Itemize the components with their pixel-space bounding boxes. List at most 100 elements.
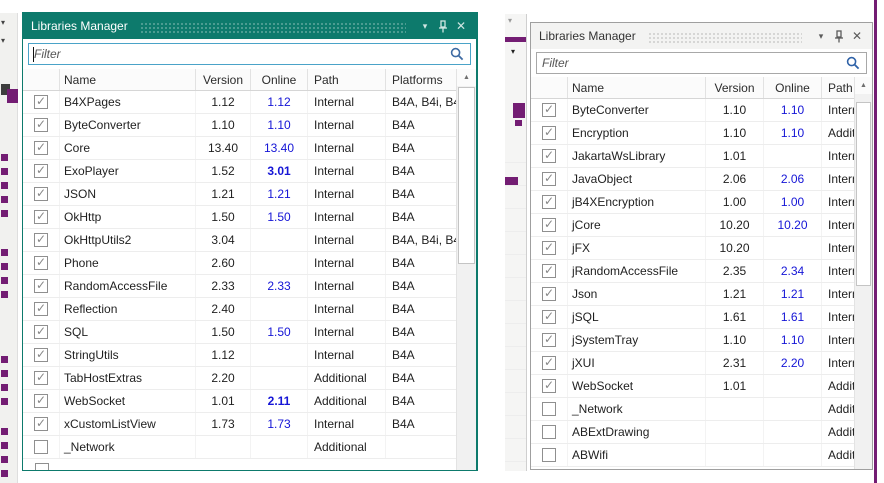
table-row[interactable]: ✓jXUI2.312.20Internal	[531, 352, 872, 375]
table-row[interactable]: ✓JavaObject2.062.06Internal	[531, 168, 872, 191]
column-header-checkbox[interactable]	[531, 77, 568, 98]
table-row-partial[interactable]	[23, 459, 476, 470]
table-row[interactable]: ✓OkHttpUtils23.04InternalB4A, B4i, B4J	[23, 229, 476, 252]
library-online-version[interactable]: 1.10	[764, 99, 822, 121]
table-row[interactable]: ✓Encryption1.101.10Additional	[531, 122, 872, 145]
column-header-online[interactable]: Online	[764, 77, 822, 98]
column-header-name[interactable]: Name	[60, 69, 196, 90]
scrollbar-thumb[interactable]	[856, 102, 871, 286]
table-row[interactable]: ✓WebSocket1.012.11AdditionalB4A	[23, 390, 476, 413]
window-menu-button[interactable]: ▾	[812, 27, 830, 45]
table-row[interactable]: ✓SQL1.501.50InternalB4A	[23, 321, 476, 344]
table-row[interactable]: ✓xCustomListView1.731.73InternalB4A	[23, 413, 476, 436]
row-checkbox-unchecked[interactable]	[34, 440, 48, 454]
library-online-version[interactable]	[764, 398, 822, 420]
table-row[interactable]: ✓TabHostExtras2.20AdditionalB4A	[23, 367, 476, 390]
panel-titlebar[interactable]: Libraries Manager ▾ ✕	[531, 23, 872, 49]
table-row[interactable]: ABExtDrawingAdditional	[531, 421, 872, 444]
library-online-version[interactable]: 2.20	[764, 352, 822, 374]
library-online-version[interactable]	[764, 237, 822, 259]
table-row[interactable]: ✓B4XPages1.121.12InternalB4A, B4i, B4J	[23, 91, 476, 114]
library-online-version[interactable]: 10.20	[764, 214, 822, 236]
table-row[interactable]: ✓RandomAccessFile2.332.33InternalB4A	[23, 275, 476, 298]
table-row[interactable]: ✓ByteConverter1.101.10InternalB4A	[23, 114, 476, 137]
scroll-up-button[interactable]: ▲	[457, 69, 476, 86]
library-online-version[interactable]: 1.61	[764, 306, 822, 328]
table-row[interactable]: ✓ByteConverter1.101.10Internal	[531, 99, 872, 122]
row-checkbox-checked[interactable]: ✓	[34, 417, 48, 431]
pin-button[interactable]	[830, 27, 848, 45]
column-header-platforms[interactable]: Platforms	[386, 69, 456, 90]
table-row[interactable]: ✓Reflection2.40InternalB4A	[23, 298, 476, 321]
column-header-version[interactable]: Version	[706, 77, 764, 98]
library-online-version[interactable]	[764, 421, 822, 443]
row-checkbox-checked[interactable]: ✓	[542, 379, 556, 393]
row-checkbox-checked[interactable]: ✓	[34, 187, 48, 201]
row-checkbox-checked[interactable]: ✓	[34, 141, 48, 155]
column-header-online[interactable]: Online	[251, 69, 308, 90]
table-row[interactable]: ✓OkHttp1.501.50InternalB4A	[23, 206, 476, 229]
row-checkbox-checked[interactable]: ✓	[34, 256, 48, 270]
library-online-version[interactable]	[764, 145, 822, 167]
library-online-version[interactable]: 1.50	[251, 206, 308, 228]
row-checkbox-checked[interactable]: ✓	[542, 241, 556, 255]
library-online-version[interactable]	[251, 229, 308, 251]
row-checkbox-checked[interactable]: ✓	[34, 348, 48, 362]
filter-box[interactable]	[536, 52, 867, 74]
filter-input[interactable]	[537, 54, 846, 72]
table-row[interactable]: ✓WebSocket1.01Additional	[531, 375, 872, 398]
library-online-version[interactable]: 2.33	[251, 275, 308, 297]
row-checkbox-checked[interactable]: ✓	[542, 333, 556, 347]
window-menu-button[interactable]: ▾	[416, 17, 434, 35]
table-row[interactable]: ✓StringUtils1.12InternalB4A	[23, 344, 476, 367]
row-checkbox-checked[interactable]: ✓	[34, 233, 48, 247]
table-row[interactable]: ✓JakartaWsLibrary1.01Internal	[531, 145, 872, 168]
row-checkbox-checked[interactable]: ✓	[34, 95, 48, 109]
table-row[interactable]: _NetworkAdditional	[23, 436, 476, 459]
library-online-version[interactable]: 3.01	[251, 160, 308, 182]
panel-titlebar[interactable]: Libraries Manager ▾ ✕	[23, 13, 476, 39]
column-header-checkbox[interactable]	[23, 69, 60, 90]
row-checkbox-checked[interactable]: ✓	[542, 287, 556, 301]
scroll-up-button[interactable]: ▲	[855, 77, 872, 94]
library-online-version[interactable]: 2.06	[764, 168, 822, 190]
table-row[interactable]: ✓jSQL1.611.61Internal	[531, 306, 872, 329]
library-online-version[interactable]: 1.10	[251, 114, 308, 136]
library-online-version[interactable]: 1.00	[764, 191, 822, 213]
library-online-version[interactable]: 1.21	[251, 183, 308, 205]
row-checkbox-checked[interactable]: ✓	[34, 279, 48, 293]
table-row[interactable]: ✓jCore10.2010.20Internal	[531, 214, 872, 237]
library-online-version[interactable]	[251, 252, 308, 274]
row-checkbox-checked[interactable]: ✓	[542, 172, 556, 186]
vertical-scrollbar[interactable]: ▲	[854, 77, 872, 469]
row-checkbox-checked[interactable]: ✓	[34, 210, 48, 224]
row-checkbox-unchecked[interactable]	[542, 402, 556, 416]
library-online-version[interactable]	[251, 298, 308, 320]
filter-input[interactable]	[29, 45, 450, 63]
table-row[interactable]: ✓ExoPlayer1.523.01InternalB4A	[23, 160, 476, 183]
filter-box[interactable]	[28, 43, 471, 65]
table-row[interactable]: ✓jFX10.20Internal	[531, 237, 872, 260]
library-online-version[interactable]	[251, 367, 308, 389]
library-online-version[interactable]	[764, 444, 822, 466]
library-online-version[interactable]: 1.10	[764, 122, 822, 144]
table-row[interactable]: ✓Json1.211.21Internal	[531, 283, 872, 306]
row-checkbox-checked[interactable]: ✓	[542, 103, 556, 117]
row-checkbox-checked[interactable]: ✓	[542, 126, 556, 140]
library-online-version[interactable]: 2.34	[764, 260, 822, 282]
close-button[interactable]: ✕	[848, 27, 866, 45]
row-checkbox-checked[interactable]: ✓	[34, 394, 48, 408]
library-online-version[interactable]	[764, 375, 822, 397]
row-checkbox-unchecked[interactable]	[542, 425, 556, 439]
library-online-version[interactable]: 13.40	[251, 137, 308, 159]
library-online-version[interactable]	[251, 436, 308, 458]
column-header-path[interactable]: Path	[308, 69, 386, 90]
library-online-version[interactable]: 1.21	[764, 283, 822, 305]
row-checkbox-checked[interactable]: ✓	[34, 371, 48, 385]
table-row[interactable]: ABWifiAdditional	[531, 444, 872, 467]
library-online-version[interactable]: 1.10	[764, 329, 822, 351]
table-row[interactable]: ✓Phone2.60InternalB4A	[23, 252, 476, 275]
row-checkbox-unchecked[interactable]	[542, 448, 556, 462]
row-checkbox-unchecked[interactable]	[35, 463, 49, 470]
column-header-version[interactable]: Version	[196, 69, 251, 90]
